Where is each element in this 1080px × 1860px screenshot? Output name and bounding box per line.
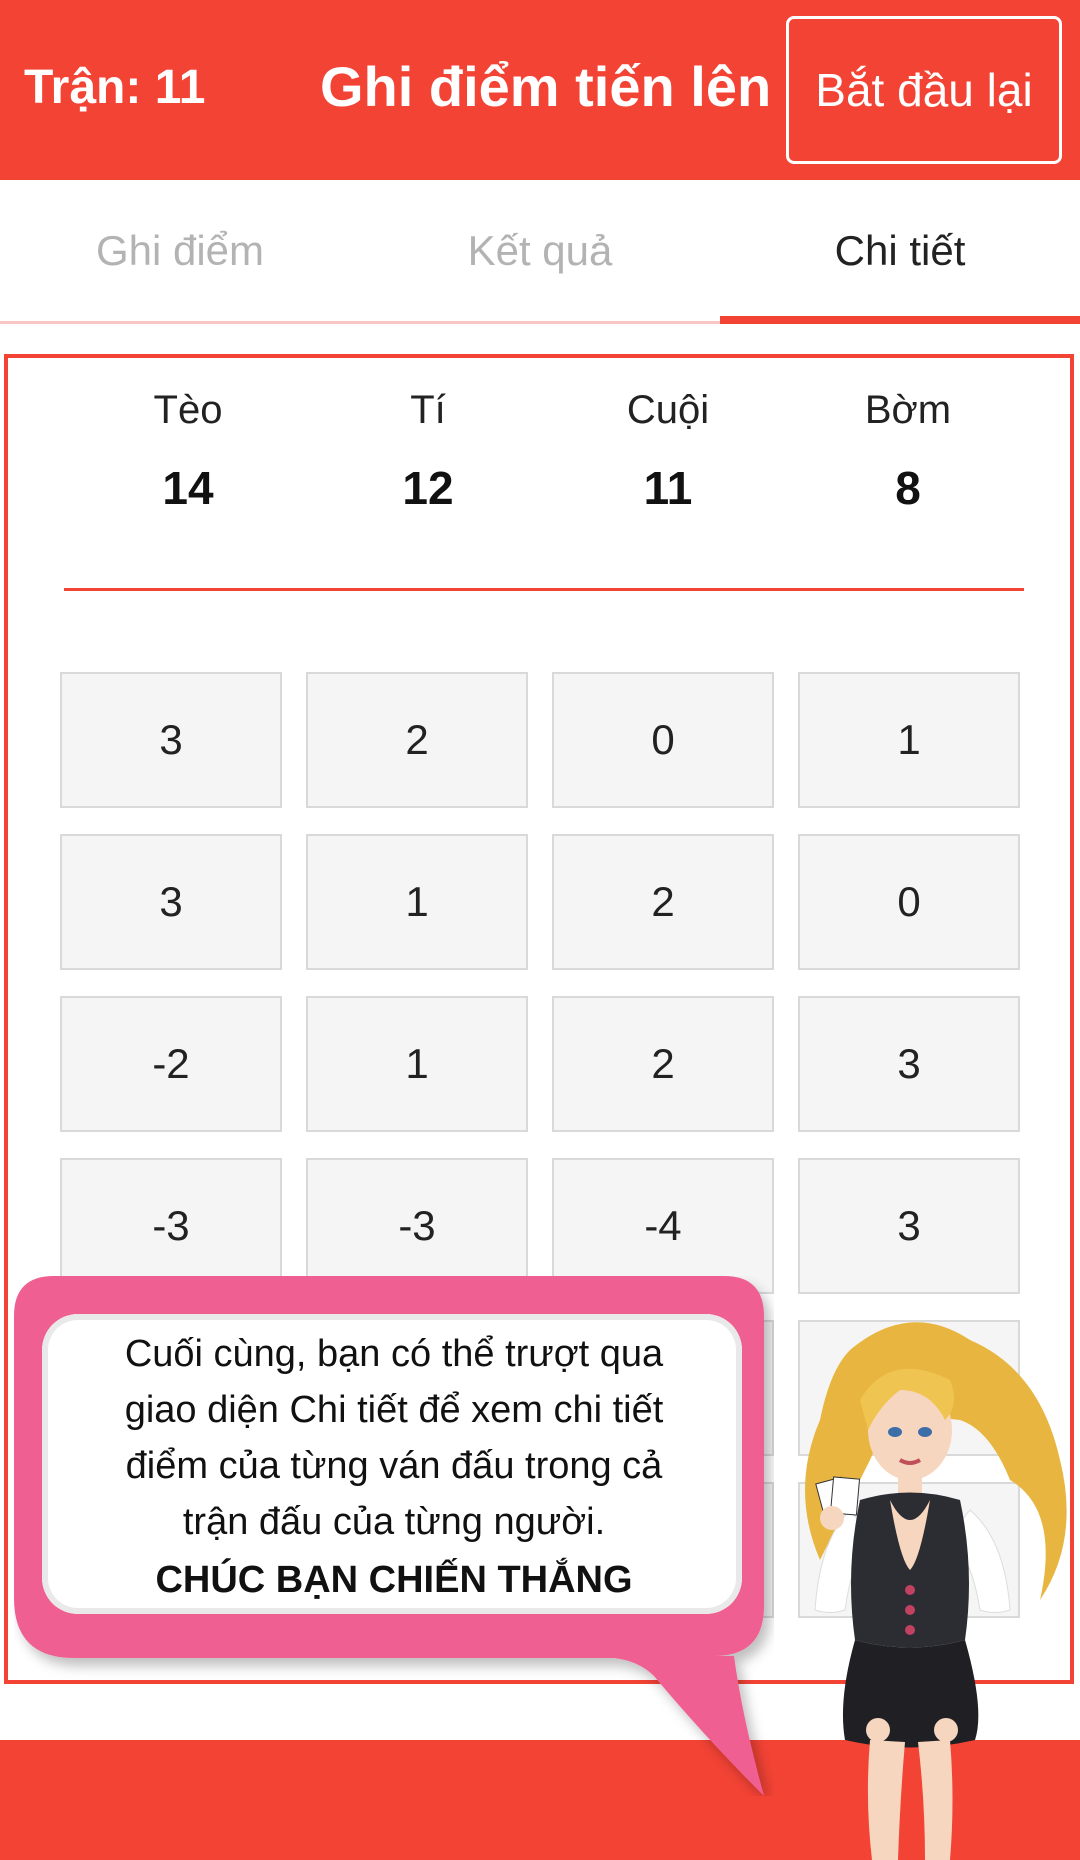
score-cell[interactable]: 0 [798, 834, 1020, 970]
score-cell[interactable]: 0 [552, 672, 774, 808]
round-row: 3 2 0 1 [60, 672, 1030, 808]
score-cell[interactable]: 1 [798, 672, 1020, 808]
tutorial-line: giao diện Chi tiết để xem chi tiết [124, 1389, 664, 1431]
score-cell[interactable]: 1 [306, 834, 528, 970]
score-cell[interactable]: 2 [552, 996, 774, 1132]
player-column: Cuội 11 [548, 388, 788, 514]
score-cell[interactable]: -3 [60, 1158, 282, 1294]
score-cell[interactable]: 2 [306, 672, 528, 808]
score-cell[interactable]: -2 [60, 996, 282, 1132]
restart-button[interactable]: Bắt đầu lại [786, 16, 1062, 164]
tutorial-line: trận đấu của từng người. [182, 1501, 606, 1543]
player-name: Tèo [153, 388, 223, 432]
score-cell[interactable]: 3 [60, 834, 282, 970]
header-divider [64, 588, 1024, 591]
tab-results[interactable]: Kết quả [360, 180, 720, 321]
tab-details[interactable]: Chi tiết [720, 180, 1080, 324]
player-name: Bờm [864, 388, 952, 432]
score-cell[interactable]: -3 [306, 1158, 528, 1294]
tutorial-text: Cuối cùng, bạn có thể trượt qua giao diệ… [64, 1326, 724, 1608]
score-cell[interactable]: 3 [798, 996, 1020, 1132]
score-cell[interactable]: 3 [60, 672, 282, 808]
player-column: Bờm 8 [788, 388, 1028, 514]
round-row: 3 1 2 0 [60, 834, 1030, 970]
score-cell[interactable]: 2 [552, 834, 774, 970]
mascot-illustration [805, 1322, 1067, 1860]
page-title: Ghi điểm tiến lên [320, 55, 772, 118]
tutorial-line: Cuối cùng, bạn có thể trượt qua [124, 1333, 664, 1375]
round-row: -2 1 2 3 [60, 996, 1030, 1132]
player-total: 14 [162, 462, 214, 514]
player-column: Tí 12 [308, 388, 548, 514]
tutorial-line: điểm của từng ván đấu trong cả [125, 1445, 663, 1487]
score-cell[interactable]: 3 [798, 1158, 1020, 1294]
tab-score-entry[interactable]: Ghi điểm [0, 180, 360, 321]
app-header: Trận: 11 Ghi điểm tiến lên Bắt đầu lại [0, 0, 1080, 180]
player-total: 8 [895, 462, 921, 514]
tab-bar: Ghi điểm Kết quả Chi tiết [0, 180, 1080, 324]
match-counter: Trận: 11 [24, 61, 206, 114]
tutorial-emphasis: CHÚC BẠN CHIẾN THẮNG [155, 1559, 633, 1601]
player-header-row: Tèo 14 Tí 12 Cuội 11 Bờm 8 [68, 388, 1028, 514]
round-row: -3 -3 -4 3 [60, 1158, 1030, 1294]
player-name: Cuội [626, 388, 710, 432]
score-cell[interactable]: 1 [306, 996, 528, 1132]
player-total: 11 [643, 462, 693, 514]
tutorial-bubble: Cuối cùng, bạn có thể trượt qua giao diệ… [14, 1276, 774, 1796]
score-cell[interactable]: -4 [552, 1158, 774, 1294]
player-name: Tí [410, 388, 446, 432]
player-total: 12 [402, 462, 454, 514]
player-column: Tèo 14 [68, 388, 308, 514]
